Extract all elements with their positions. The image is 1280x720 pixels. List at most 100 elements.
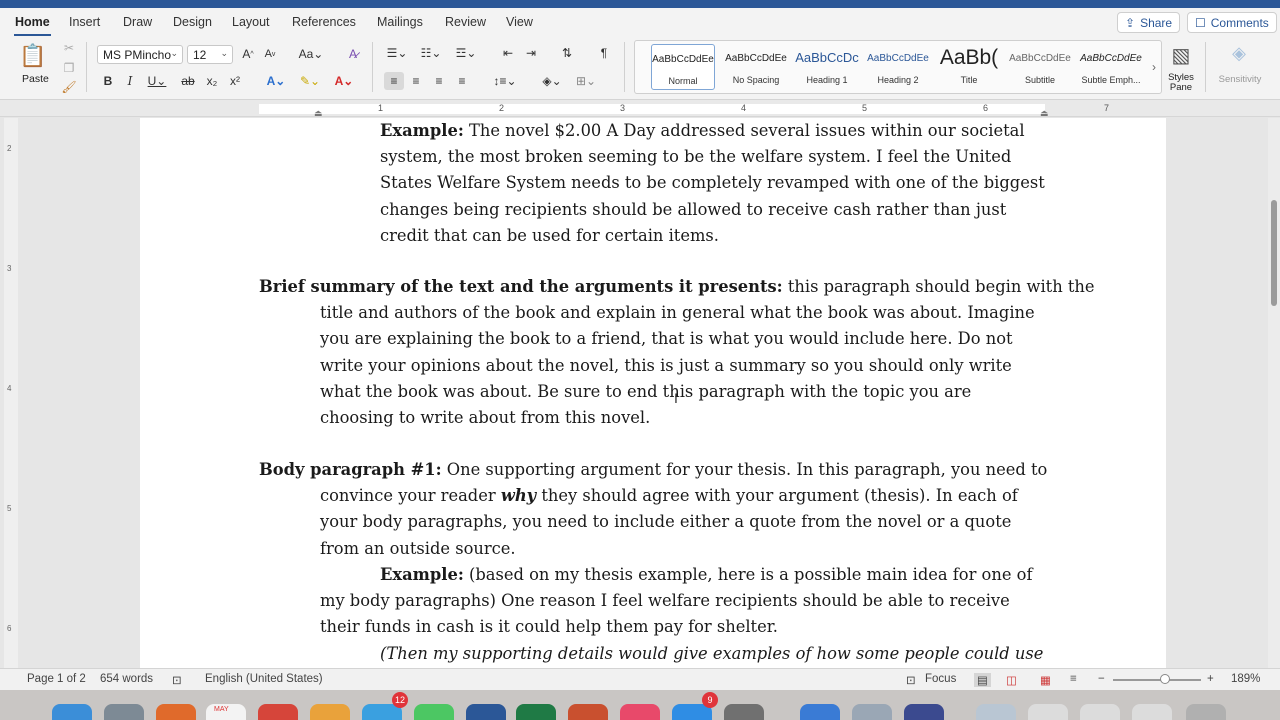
multilevel-list-icon[interactable]: ☲⌄ (452, 45, 480, 61)
paste-icon[interactable]: 📋 (18, 40, 48, 72)
underline-button[interactable]: U⌄ (145, 73, 169, 89)
window-thumbnail-icon[interactable] (1132, 704, 1172, 720)
subscript-button[interactable]: x₂ (204, 73, 220, 89)
grow-font-icon[interactable]: A ^ (240, 46, 256, 62)
tab-design[interactable]: Design (173, 15, 212, 29)
zoom-slider-handle[interactable] (1160, 674, 1170, 684)
align-right-icon[interactable]: ≡ (431, 73, 447, 89)
tab-references[interactable]: References (292, 15, 356, 29)
tab-review[interactable]: Review (445, 15, 486, 29)
change-case-icon[interactable]: Aa⌄ (298, 46, 324, 62)
zoom-out-icon[interactable]: − (1098, 673, 1105, 685)
style-no-spacing[interactable]: AaBbCcDdEe No Spacing (724, 44, 788, 90)
web-layout-icon[interactable]: ▦ (1040, 673, 1051, 687)
zoom-in-icon[interactable]: + (1207, 673, 1214, 685)
italic-button[interactable]: I (122, 73, 138, 89)
trash-icon[interactable] (1186, 704, 1226, 720)
vertical-scrollbar[interactable] (1268, 118, 1280, 668)
style-normal[interactable]: AaBbCcDdEe Normal (651, 44, 715, 90)
title-bar (0, 0, 1280, 8)
tab-insert[interactable]: Insert (69, 15, 100, 29)
justify-icon[interactable]: ≡ (454, 73, 470, 89)
ruler-number: 5 (7, 504, 12, 513)
copy-icon[interactable]: ❐ (62, 61, 76, 75)
pilcrow-icon[interactable]: ¶ (596, 45, 612, 61)
comments-button[interactable]: ☐ Comments (1187, 12, 1277, 33)
shading-icon[interactable]: ◈⌄ (538, 73, 566, 89)
tab-home[interactable]: Home (14, 15, 51, 37)
cut-icon[interactable]: ✂ (62, 41, 76, 55)
ruler-number: 7 (1104, 103, 1110, 113)
zoom-level[interactable]: 189% (1231, 673, 1260, 685)
paragraph-brief-summary: Brief summary of the text and the argume… (259, 277, 1095, 428)
excel-icon[interactable] (516, 704, 556, 720)
line-spacing-icon[interactable]: ↕≡⌄ (490, 73, 520, 89)
outline-icon[interactable]: ≡ (1070, 673, 1077, 685)
tab-mailings[interactable]: Mailings (377, 15, 423, 29)
tab-layout[interactable]: Layout (232, 15, 270, 29)
downloads-folder-icon[interactable] (976, 704, 1016, 720)
chrome-icon[interactable] (258, 704, 298, 720)
increase-indent-icon[interactable]: ⇥ (523, 45, 539, 61)
window-thumbnail-icon[interactable] (1028, 704, 1068, 720)
proofing-icon[interactable]: ⊡ (172, 673, 182, 687)
scrollbar-thumb[interactable] (1271, 200, 1277, 306)
focus-button[interactable]: Focus (925, 673, 956, 685)
read-mode-icon[interactable]: ◫ (1006, 673, 1017, 687)
window-thumbnail-icon[interactable] (1080, 704, 1120, 720)
powerpoint-icon[interactable] (568, 704, 608, 720)
print-layout-icon[interactable]: ▤ (974, 673, 991, 687)
chevron-right-icon[interactable]: › (1149, 59, 1159, 75)
focus-icon[interactable]: ⊡ (906, 673, 916, 687)
font-size-dropdown[interactable]: 12 ⌄ (187, 45, 233, 64)
word-count[interactable]: 654 words (100, 673, 153, 685)
text-effects-icon[interactable]: A⌄ (262, 72, 290, 90)
music-icon[interactable] (620, 704, 660, 720)
style-subtitle[interactable]: AaBbCcDdEe Subtitle (1008, 44, 1072, 90)
tab-view[interactable]: View (506, 15, 533, 29)
font-name-dropdown[interactable]: MS PMincho ⌄ (97, 45, 183, 64)
tab-draw[interactable]: Draw (123, 15, 152, 29)
messages-icon[interactable] (414, 704, 454, 720)
finder-icon[interactable] (52, 704, 92, 720)
styles-pane-label: Styles Pane (1168, 72, 1194, 93)
shrink-font-icon[interactable]: Av (262, 46, 278, 62)
ruler-number: 3 (7, 264, 12, 273)
word-icon[interactable] (466, 704, 506, 720)
style-title[interactable]: AaBb( Title (937, 44, 1001, 90)
launchpad-icon[interactable] (104, 704, 144, 720)
preview-icon[interactable] (852, 704, 892, 720)
status-bar: Page 1 of 2 654 words ⊡ English (United … (0, 668, 1280, 690)
strikethrough-button[interactable]: ab (180, 73, 196, 89)
zoom-app-icon[interactable] (800, 704, 840, 720)
calendar-icon[interactable]: MAY (206, 704, 246, 720)
clear-formatting-icon[interactable]: A̷ (344, 45, 362, 63)
align-left-icon[interactable]: ≡ (384, 72, 404, 90)
format-painter-icon[interactable]: 🖌 (61, 80, 76, 94)
horizontal-ruler[interactable]: 1 2 3 4 5 6 7 ⏏ ⏏ (0, 100, 1280, 118)
zoom-slider[interactable] (1113, 679, 1201, 681)
share-button[interactable]: ⇪ Share (1117, 12, 1181, 33)
numbering-icon[interactable]: ☷⌄ (418, 45, 444, 61)
decrease-indent-icon[interactable]: ⇤ (500, 45, 516, 61)
app-icon[interactable] (904, 704, 944, 720)
align-center-icon[interactable]: ≡ (408, 73, 424, 89)
bullets-icon[interactable]: ☰⌄ (384, 45, 410, 61)
photos-icon[interactable] (310, 704, 350, 720)
sensitivity-icon[interactable]: ◈ (1226, 40, 1252, 66)
font-color-icon[interactable]: A⌄ (330, 72, 358, 90)
firefox-icon[interactable] (156, 704, 196, 720)
language-indicator[interactable]: English (United States) (205, 673, 323, 685)
page-count[interactable]: Page 1 of 2 (27, 673, 86, 685)
bold-button[interactable]: B (100, 73, 116, 89)
style-heading-2[interactable]: AaBbCcDdEe Heading 2 (866, 44, 930, 90)
sort-icon[interactable]: ⇅ (559, 45, 575, 61)
borders-icon[interactable]: ⊞⌄ (572, 73, 600, 89)
styles-pane-icon[interactable]: ▧ (1166, 40, 1196, 70)
highlight-icon[interactable]: ✎⌄ (296, 72, 324, 90)
system-preferences-icon[interactable] (724, 704, 764, 720)
document-page[interactable]: Example: The novel $2.00 A Day addressed… (140, 118, 1166, 668)
style-subtle-emphasis[interactable]: AaBbCcDdEe Subtle Emph... (1079, 44, 1143, 90)
superscript-button[interactable]: x² (227, 73, 243, 89)
style-heading-1[interactable]: AaBbCcDc Heading 1 (795, 44, 859, 90)
